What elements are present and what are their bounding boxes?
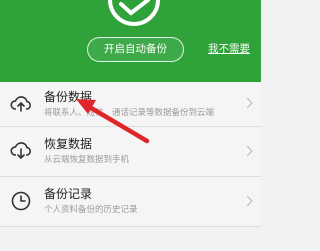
backup-menu-list: 备份数据 将联系人、短信、通话记录等数据备份到云端 恢复数据 从云端恢复数据到手… xyxy=(0,82,261,227)
chevron-right-icon xyxy=(246,97,253,109)
menu-item-title: 恢复数据 xyxy=(44,137,93,151)
menu-item-backup-history[interactable]: 备份记录 个人资料备份的历史记录 xyxy=(0,177,261,227)
menu-item-backup-data[interactable]: 备份数据 将联系人、短信、通话记录等数据备份到云端 xyxy=(0,82,261,127)
chevron-right-icon xyxy=(246,195,253,207)
chevron-right-icon xyxy=(246,145,253,157)
cloud-upload-icon xyxy=(10,96,31,112)
menu-item-description: 个人资料备份的历史记录 xyxy=(44,205,138,215)
header-banner: 开启自动备份 我不需要 xyxy=(0,0,261,82)
menu-item-title: 备份数据 xyxy=(44,90,93,104)
menu-item-description: 从云端恢复数据到手机 xyxy=(44,155,130,165)
no-thanks-link[interactable]: 我不需要 xyxy=(208,40,254,58)
backup-logo-icon xyxy=(108,0,160,26)
enable-auto-backup-button[interactable]: 开启自动备份 xyxy=(87,37,184,62)
menu-item-description: 将联系人、短信、通话记录等数据备份到云端 xyxy=(44,108,215,118)
clock-icon xyxy=(11,191,31,211)
cloud-download-icon xyxy=(10,142,31,160)
menu-item-title: 备份记录 xyxy=(44,187,93,201)
menu-item-restore-data[interactable]: 恢复数据 从云端恢复数据到手机 xyxy=(0,127,261,177)
